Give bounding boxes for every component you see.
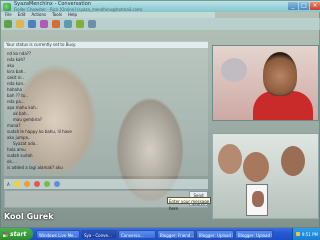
close-button[interactable]: ×	[310, 2, 320, 10]
background-caption: Kool Gurek	[4, 212, 54, 221]
person-face	[281, 146, 305, 176]
system-tray: 9:51 PM	[292, 228, 320, 240]
taskbar-button[interactable]: Blogger: Upload i...	[196, 229, 234, 239]
nudge-icon[interactable]	[33, 181, 40, 187]
taskbar-button[interactable]: Windows Live Me...	[36, 229, 80, 239]
call-icon[interactable]	[40, 20, 48, 28]
taskbar-button[interactable]: Conversa...	[118, 229, 156, 239]
background-icon[interactable]	[88, 20, 96, 28]
taskbar-button[interactable]: Sya - Conve...	[81, 229, 117, 239]
person-face	[243, 152, 269, 182]
tray-icon[interactable]	[295, 232, 300, 236]
minimize-button[interactable]: _	[288, 2, 298, 10]
input-tooltip: Enter your message here	[167, 197, 211, 211]
window-subtitle: Fieller Chowster - Rick [Online] (syaza_…	[14, 6, 143, 12]
window-title-text: SyazaMenchinx - Conversation	[14, 0, 91, 7]
webcam-icon[interactable]	[28, 20, 36, 28]
contact-face	[263, 52, 297, 96]
activities-icon[interactable]	[64, 20, 72, 28]
message-list: nd ko nda?? nda kah? aku kira bah.. sakit ni…	[7, 51, 117, 171]
maximize-button[interactable]: □	[299, 2, 309, 10]
taskbar-items: Windows Live Me... Sya - Conve... Conversa…	[36, 229, 273, 239]
send-file-icon[interactable]	[16, 20, 24, 28]
wink-icon[interactable]	[23, 181, 30, 187]
toolbar	[1, 18, 320, 30]
block-icon[interactable]	[76, 20, 84, 28]
title-bar[interactable]: SyazaMenchinx - Conversation Fieller Cho…	[1, 1, 320, 12]
taskbar-button[interactable]: Blogger: Upload I...	[235, 229, 273, 239]
taskbar: start Windows Live Me... Sya - Conve... Co…	[0, 228, 320, 240]
clock: 9:51 PM	[301, 231, 318, 237]
emoticon-icon[interactable]	[13, 181, 20, 187]
message-line: is added a lagi alamak? aku	[7, 165, 63, 170]
window-title: SyazaMenchinx - Conversation Fieller Cho…	[14, 0, 143, 12]
background-picker-icon[interactable]	[53, 181, 60, 187]
messenger-logo-icon	[3, 2, 11, 11]
conversation-window: SyazaMenchinx - Conversation Fieller Cho…	[0, 0, 320, 228]
plush-toy	[221, 58, 247, 82]
voice-clip-icon[interactable]	[43, 181, 50, 187]
taskbar-button[interactable]: Blogger: Friend...	[157, 229, 195, 239]
person-face	[218, 144, 242, 174]
font-button[interactable]: A	[7, 182, 10, 187]
format-bar: A	[4, 179, 208, 189]
status-notice: Your status is currently set to Busy.	[4, 42, 208, 48]
start-button[interactable]: start	[0, 228, 33, 240]
contact-webcam-picture	[212, 45, 319, 121]
invite-contact-icon[interactable]	[4, 20, 12, 28]
small-photo-icon	[246, 184, 268, 216]
start-label: start	[10, 230, 27, 238]
games-icon[interactable]	[52, 20, 60, 28]
windows-logo-icon	[3, 231, 8, 237]
